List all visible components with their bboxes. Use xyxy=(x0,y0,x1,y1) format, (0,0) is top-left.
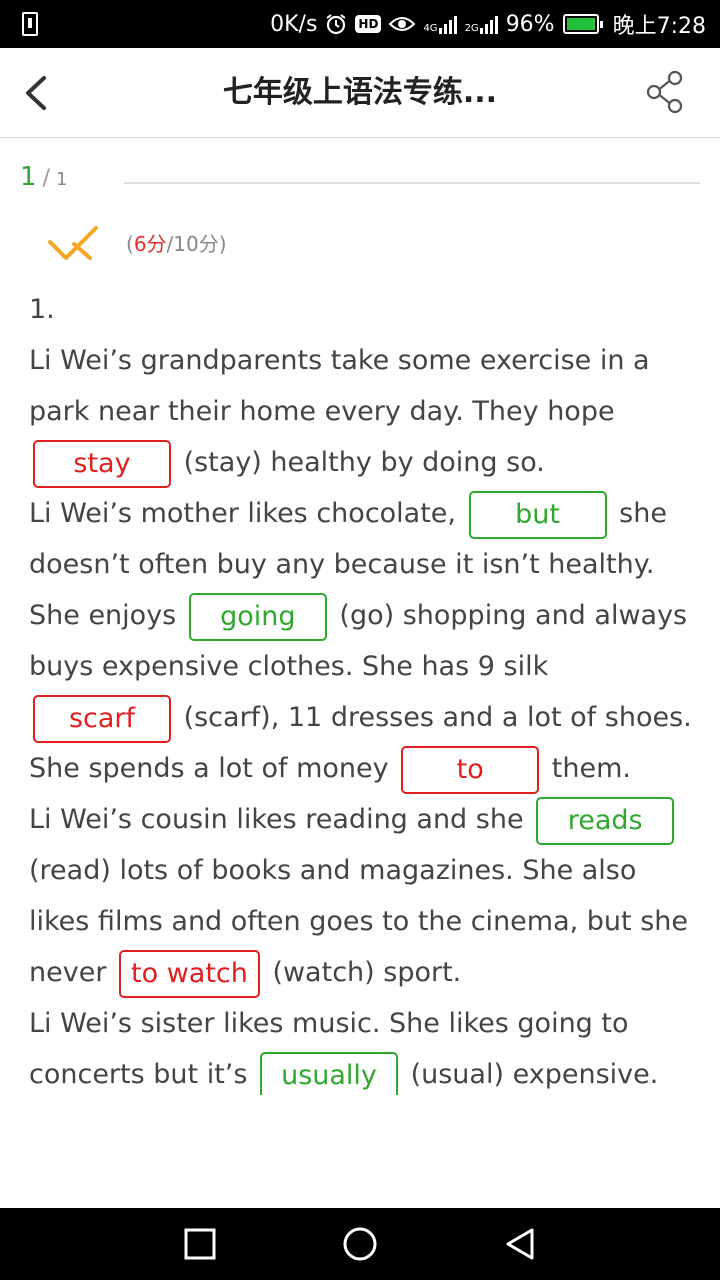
battery-percent: 96% xyxy=(505,11,555,37)
status-bar: 0K/s HD 4G 2G 96% 晚上7:28 xyxy=(0,0,720,48)
alarm-icon xyxy=(326,14,347,35)
network-type-label: 4G xyxy=(423,23,438,34)
score-open: ( xyxy=(126,232,134,256)
share-icon xyxy=(646,70,683,114)
question-pager: 1 / 1 xyxy=(20,162,67,198)
answer-blank-correct[interactable]: usually xyxy=(260,1051,399,1095)
back-button[interactable] xyxy=(14,70,58,116)
battery-icon xyxy=(562,14,603,34)
pager-divider xyxy=(124,182,700,184)
signal-strength-icon-2 xyxy=(479,14,498,34)
answer-blank-wrong[interactable]: scarf xyxy=(33,694,171,743)
square-icon[interactable] xyxy=(180,1224,220,1264)
answer-blank-wrong[interactable]: to watch xyxy=(119,949,260,998)
chevron-left-icon xyxy=(26,76,46,110)
network-speed: 0K/s xyxy=(270,11,318,37)
question-text: Li Wei’s grandparents take some exercise… xyxy=(29,335,699,1095)
question-text-segment: Li Wei’s mother likes chocolate, xyxy=(29,498,465,529)
triangle-left-icon[interactable] xyxy=(500,1224,540,1264)
check-mark-icon xyxy=(48,226,98,260)
clock: 晚上7:28 xyxy=(612,14,706,39)
score-total: /10分) xyxy=(166,232,227,256)
question-paragraph: Li Wei’s grandparents take some exercise… xyxy=(29,335,699,488)
signal-strength-icon xyxy=(438,14,457,34)
pager-separator: / xyxy=(42,166,50,191)
answer-blank-wrong[interactable]: stay xyxy=(33,439,171,488)
answer-blank-correct[interactable]: reads xyxy=(536,796,675,845)
pager-current: 1 xyxy=(20,162,37,192)
question-text-segment: them. xyxy=(543,753,631,784)
network-type-label-2: 2G xyxy=(464,23,479,34)
question-paragraph: Li Wei’s mother likes chocolate, but she… xyxy=(29,488,699,794)
share-button[interactable] xyxy=(642,68,688,116)
hd-badge: HD xyxy=(355,15,382,33)
answer-blank-correct[interactable]: going xyxy=(188,592,327,641)
app-header: 七年级上语法专练... xyxy=(0,48,720,138)
eye-icon xyxy=(389,17,416,31)
score-label: (6分/10分) xyxy=(126,228,227,257)
question-paragraph: Li Wei’s sister likes music. She likes g… xyxy=(29,998,699,1095)
upload-notification-icon xyxy=(22,12,38,36)
question-body: 1. Li Wei’s grandparents take some exerc… xyxy=(29,287,699,1095)
answer-blank-correct[interactable]: but xyxy=(468,490,607,539)
question-text-segment: (watch) sport. xyxy=(263,957,462,988)
circle-icon[interactable] xyxy=(340,1224,380,1264)
question-text-segment: (stay) healthy by doing so. xyxy=(175,447,545,478)
answer-blank-wrong[interactable]: to xyxy=(401,745,540,794)
question-text-segment: Li Wei’s grandparents take some exercise… xyxy=(29,345,650,427)
score-got: 6分 xyxy=(133,232,167,256)
question-paragraph: Li Wei’s cousin likes reading and she re… xyxy=(29,794,699,998)
question-text-segment: Li Wei’s cousin likes reading and she xyxy=(29,804,533,835)
system-nav-bar xyxy=(0,1208,720,1280)
pager-total: 1 xyxy=(55,169,68,190)
question-number: 1. xyxy=(29,294,55,325)
page-title: 七年级上语法专练... xyxy=(222,75,498,110)
